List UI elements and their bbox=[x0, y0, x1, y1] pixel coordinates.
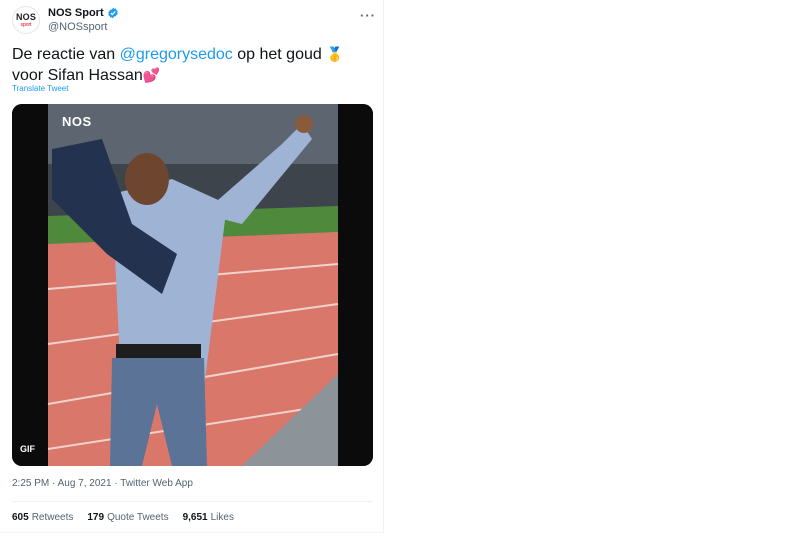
tweet-text: De reactie van @gregorysedoc op het goud… bbox=[12, 44, 372, 86]
author-row: NOS Sport bbox=[48, 7, 119, 19]
gif-frame bbox=[12, 104, 373, 466]
translate-tweet-link[interactable]: Translate Tweet bbox=[12, 84, 68, 93]
more-options-icon[interactable]: ··· bbox=[360, 8, 376, 23]
tweet-card: NOS sport NOS Sport @NOSsport ··· De rea… bbox=[0, 0, 384, 533]
tweet-stats: 605 Retweets 179 Quote Tweets 9,651 Like… bbox=[12, 512, 234, 523]
tweet-date[interactable]: Aug 7, 2021 bbox=[58, 478, 112, 489]
tweet-source[interactable]: Twitter Web App bbox=[120, 478, 193, 489]
nos-overlay-logo: NOS bbox=[62, 114, 92, 129]
display-name[interactable]: NOS Sport bbox=[48, 7, 104, 19]
tweet-meta: 2:25 PM · Aug 7, 2021 · Twitter Web App bbox=[12, 478, 193, 489]
retweets-label: Retweets bbox=[31, 512, 74, 523]
heart-icon: 💕 bbox=[142, 67, 161, 83]
gif-media[interactable]: NOS bbox=[12, 104, 373, 466]
meta-separator: · bbox=[114, 478, 118, 489]
retweets-count: 605 bbox=[12, 512, 29, 523]
divider bbox=[12, 501, 373, 502]
quotes-label: Quote Tweets bbox=[107, 512, 169, 523]
retweets-stat[interactable]: 605 Retweets bbox=[12, 512, 73, 523]
likes-stat[interactable]: 9,651 Likes bbox=[183, 512, 234, 523]
likes-label: Likes bbox=[210, 512, 234, 523]
medal-icon: 🥇 bbox=[326, 46, 344, 62]
avatar-sub: sport bbox=[20, 21, 32, 28]
tweet-text-part: op het goud bbox=[232, 46, 327, 63]
tweet-text-part: voor Sifan Hassan bbox=[12, 67, 143, 84]
handle[interactable]: @NOSsport bbox=[48, 21, 107, 33]
quote-tweets-stat[interactable]: 179 Quote Tweets bbox=[87, 512, 168, 523]
avatar-logo: NOS bbox=[15, 11, 37, 22]
quotes-count: 179 bbox=[87, 512, 105, 523]
likes-count: 9,651 bbox=[182, 512, 208, 523]
avatar[interactable]: NOS sport bbox=[12, 6, 40, 34]
mention-link[interactable]: @gregorysedoc bbox=[120, 46, 233, 63]
gif-badge: GIF bbox=[20, 444, 35, 454]
meta-separator: · bbox=[52, 478, 56, 489]
verified-badge-icon bbox=[107, 7, 118, 19]
tweet-time[interactable]: 2:25 PM bbox=[12, 478, 49, 489]
tweet-text-part: De reactie van bbox=[12, 46, 120, 63]
